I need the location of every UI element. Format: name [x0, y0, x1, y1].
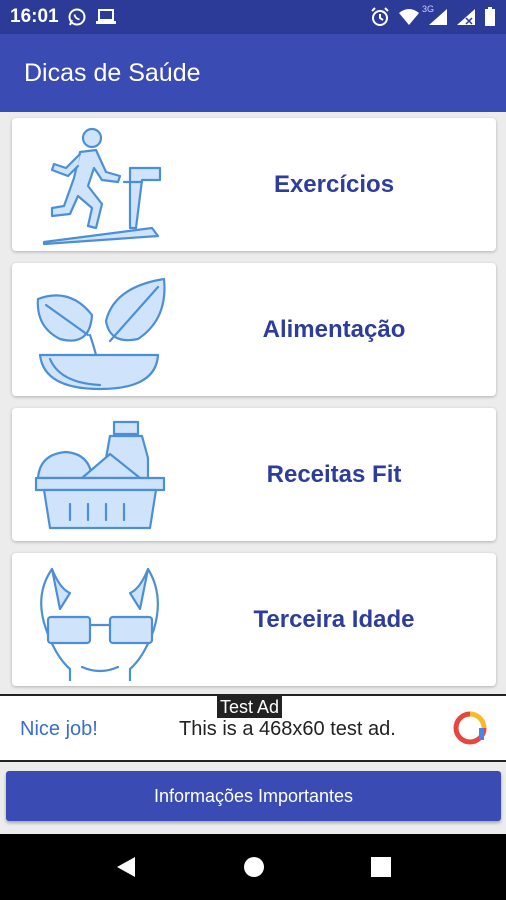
category-label: Receitas Fit	[266, 460, 402, 488]
ad-headline: Nice job!	[20, 718, 98, 740]
ad-logo-icon	[452, 710, 488, 746]
category-label: Terceira Idade	[253, 605, 415, 633]
signal-icon	[456, 8, 476, 26]
laptop-icon	[95, 8, 117, 26]
home-icon[interactable]	[240, 853, 268, 881]
back-icon[interactable]	[112, 853, 140, 881]
food-basket-icon	[30, 414, 168, 536]
plant-bowl-icon	[30, 269, 168, 391]
wifi-icon	[398, 8, 420, 26]
treadmill-icon	[30, 124, 168, 246]
category-card-terceira-idade[interactable]: Terceira Idade	[12, 553, 496, 686]
alarm-icon	[370, 7, 390, 27]
ad-text: This is a 468x60 test ad.	[179, 718, 396, 740]
category-list[interactable]: Exercícios Alimentação Receitas Fit Terc…	[0, 112, 506, 694]
battery-icon	[484, 7, 496, 27]
app-bar: Dicas de Saúde	[0, 34, 506, 112]
network-type-label: 3G	[422, 4, 435, 14]
ad-banner[interactable]: Nice job! This is a 468x60 test ad. Test…	[0, 694, 506, 762]
category-card-alimentacao[interactable]: Alimentação	[12, 263, 496, 396]
signal-3g-icon: 3G	[422, 4, 448, 26]
footer-area: Informações Importantes	[0, 762, 506, 834]
page-title: Dicas de Saúde	[24, 58, 201, 87]
elderly-person-icon	[30, 559, 168, 683]
whatsapp-icon	[67, 7, 87, 27]
important-info-button[interactable]: Informações Importantes	[6, 771, 501, 821]
system-nav-bar	[0, 834, 506, 900]
category-label: Exercícios	[273, 170, 395, 198]
status-time: 16:01	[10, 6, 59, 27]
category-card-receitas-fit[interactable]: Receitas Fit	[12, 408, 496, 541]
category-label: Alimentação	[262, 315, 406, 343]
ad-tag: Test Ad	[217, 696, 283, 718]
recents-icon[interactable]	[367, 853, 395, 881]
status-bar: 16:01 3G	[0, 0, 506, 34]
category-card-exercicios[interactable]: Exercícios	[12, 118, 496, 251]
